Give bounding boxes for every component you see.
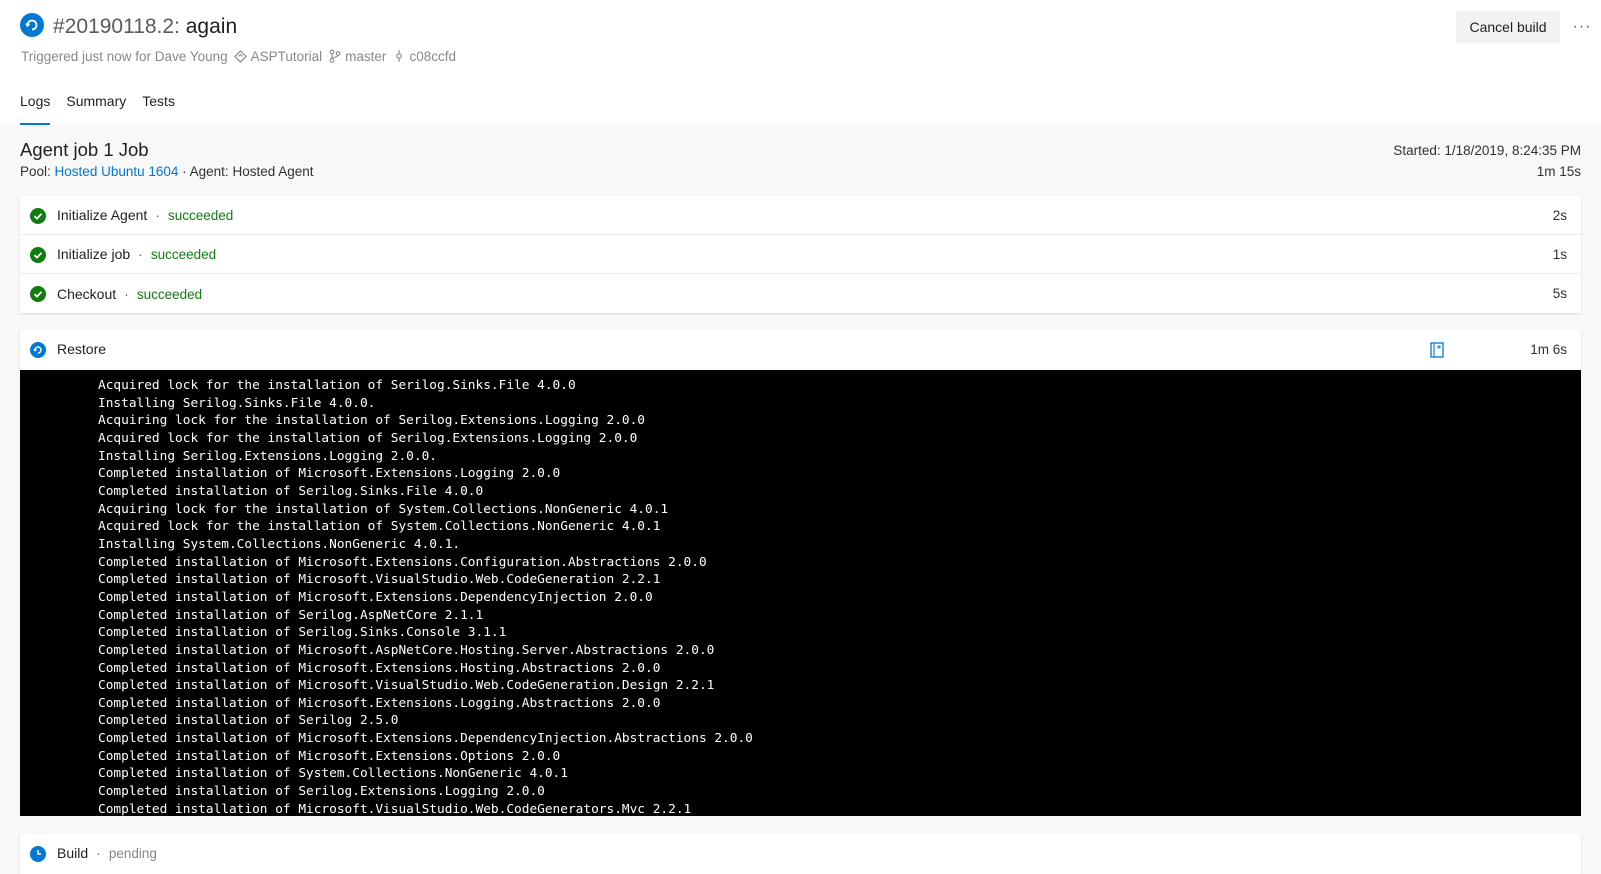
project-link[interactable]: ASPTutorial bbox=[251, 49, 323, 64]
step-label: Build · pending bbox=[57, 845, 157, 861]
log-line: Completed installation of Microsoft.Exte… bbox=[98, 660, 661, 676]
agent-text: · Agent: Hosted Agent bbox=[182, 164, 314, 179]
step-status: succeeded bbox=[136, 286, 203, 302]
log-line: Acquired lock for the installation of Se… bbox=[98, 430, 638, 446]
log-line: Completed installation of Microsoft.Visu… bbox=[98, 572, 661, 588]
commit-icon bbox=[392, 49, 406, 63]
step-label: Initialize job · succeeded bbox=[57, 246, 216, 262]
trigger-text: Triggered just now for Dave Young bbox=[21, 48, 228, 64]
job-started-time: Started: 1/18/2019, 8:24:35 PM bbox=[1393, 143, 1581, 158]
commit-link[interactable]: c08ccfd bbox=[409, 49, 456, 64]
page-title: #20190118.2: again bbox=[53, 13, 237, 41]
log-line: Completed installation of Microsoft.Exte… bbox=[98, 554, 707, 570]
more-actions-button[interactable]: ··· bbox=[1570, 11, 1594, 43]
log-line: Installing Serilog.Extensions.Logging 2.… bbox=[98, 448, 437, 464]
job-title: Agent job 1 Job bbox=[20, 139, 149, 160]
step-status: succeeded bbox=[150, 247, 217, 262]
log-line: Completed installation of Microsoft.Exte… bbox=[98, 731, 753, 747]
step-separator: · bbox=[124, 285, 129, 302]
job-duration: 1m 15s bbox=[1536, 164, 1581, 179]
log-line: Completed installation of Serilog.Extens… bbox=[98, 784, 545, 800]
step-label: Initialize Agent · succeeded bbox=[57, 207, 233, 223]
log-line: Completed installation of Microsoft.Exte… bbox=[98, 748, 561, 764]
cancel-build-button[interactable]: Cancel build bbox=[1456, 11, 1560, 43]
build-number: #20190118.2: bbox=[53, 15, 180, 38]
log-line: Completed installation of System.Collect… bbox=[98, 766, 568, 782]
running-status-icon bbox=[20, 13, 44, 37]
log-console[interactable]: Acquired lock for the installation of Se… bbox=[20, 370, 1581, 816]
step-row-initialize-job[interactable]: Initialize job · succeeded 1s bbox=[20, 235, 1581, 274]
step-name: Initialize job bbox=[57, 246, 131, 262]
branch-link[interactable]: master bbox=[345, 49, 386, 64]
log-line: Completed installation of Serilog.Sinks.… bbox=[98, 625, 507, 641]
log-line: Installing System.Collections.NonGeneric… bbox=[98, 536, 461, 552]
tab-summary[interactable]: Summary bbox=[66, 90, 126, 125]
pool-link[interactable]: Hosted Ubuntu 1604 bbox=[55, 164, 179, 179]
repo-icon bbox=[234, 49, 248, 63]
step-row-build[interactable]: Build · pending bbox=[20, 834, 1581, 874]
running-status-icon bbox=[30, 342, 46, 358]
success-check-icon bbox=[30, 208, 46, 224]
step-label: Checkout · succeeded bbox=[57, 286, 202, 302]
step-name: Checkout bbox=[57, 285, 117, 302]
logs-panel: Agent job 1 Job Pool: Hosted Ubuntu 1604… bbox=[0, 125, 1601, 874]
tab-bar: Logs Summary Tests bbox=[20, 90, 191, 125]
expand-log-icon[interactable] bbox=[1430, 342, 1444, 358]
build-name: again bbox=[185, 15, 238, 38]
log-line: Acquired lock for the installation of Sy… bbox=[98, 519, 661, 535]
step-status: succeeded bbox=[167, 208, 234, 223]
step-duration: 2s bbox=[1552, 207, 1567, 223]
log-line: Completed installation of Microsoft.Exte… bbox=[98, 695, 661, 711]
step-status: pending bbox=[108, 846, 157, 861]
log-line: Acquiring lock for the installation of S… bbox=[98, 501, 669, 517]
step-separator: · bbox=[138, 246, 143, 262]
step-duration: 1s bbox=[1552, 246, 1567, 262]
build-header: #20190118.2: again Triggered just now fo… bbox=[0, 0, 1601, 125]
pool-label: Pool: bbox=[20, 164, 51, 179]
branch-icon bbox=[328, 49, 342, 63]
step-row-restore[interactable]: Restore 1m 6s bbox=[20, 330, 1581, 370]
step-name: Build bbox=[57, 845, 89, 861]
step-name: Initialize Agent bbox=[57, 207, 148, 223]
log-line: Acquiring lock for the installation of S… bbox=[98, 413, 646, 429]
success-check-icon bbox=[30, 247, 46, 263]
log-line: Installing Serilog.Sinks.File 4.0.0. bbox=[98, 395, 376, 411]
log-line: Completed installation of Microsoft.Visu… bbox=[98, 678, 715, 694]
step-separator: · bbox=[96, 845, 101, 861]
pending-status-icon bbox=[30, 846, 46, 862]
log-line: Completed installation of Microsoft.Visu… bbox=[98, 801, 692, 816]
step-name: Restore bbox=[57, 341, 107, 357]
tab-logs[interactable]: Logs bbox=[20, 90, 51, 125]
log-line: Completed installation of Microsoft.Exte… bbox=[98, 589, 653, 605]
success-check-icon bbox=[30, 286, 46, 302]
step-separator: · bbox=[155, 207, 160, 223]
step-row-initialize-agent[interactable]: Initialize Agent · succeeded 2s bbox=[20, 196, 1581, 235]
log-line: Completed installation of Microsoft.AspN… bbox=[98, 642, 715, 658]
log-line: Completed installation of Microsoft.Exte… bbox=[98, 466, 561, 482]
log-line: Completed installation of Serilog.AspNet… bbox=[98, 607, 484, 623]
tab-tests[interactable]: Tests bbox=[142, 90, 175, 125]
log-line: Completed installation of Serilog.Sinks.… bbox=[98, 483, 484, 499]
step-duration: 5s bbox=[1552, 286, 1567, 301]
log-line: Completed installation of Serilog 2.5.0 bbox=[98, 713, 399, 729]
log-line: Acquired lock for the installation of Se… bbox=[98, 378, 576, 393]
build-trigger-info: Triggered just now for Dave Young ASPTut… bbox=[21, 47, 456, 65]
step-row-checkout[interactable]: Checkout · succeeded 5s bbox=[20, 274, 1581, 313]
step-duration: 1m 6s bbox=[1530, 342, 1567, 357]
completed-steps-list: Initialize Agent · succeeded 2s Initialize… bbox=[20, 196, 1581, 313]
job-pool-info: Pool: Hosted Ubuntu 1604 · Agent: Hosted… bbox=[20, 164, 314, 179]
